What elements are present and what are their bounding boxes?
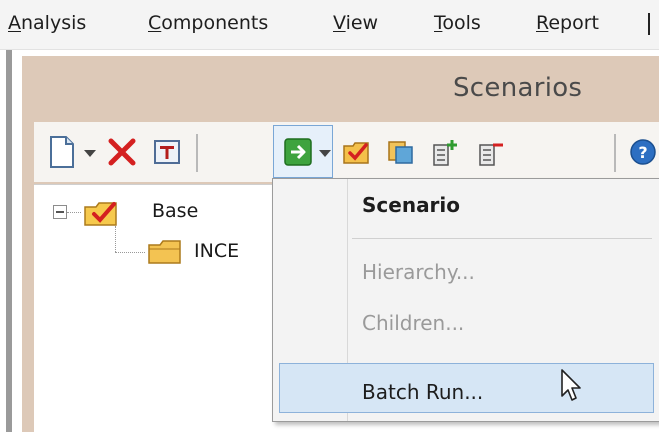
- remove-child-button[interactable]: [474, 132, 508, 172]
- menu-analysis-rest: nalysis: [21, 12, 87, 34]
- make-current-icon: [343, 142, 369, 164]
- compare-button[interactable]: [384, 132, 418, 172]
- menu-item-batch-run[interactable]: Batch Run...: [362, 380, 483, 404]
- svg-text:?: ?: [638, 143, 647, 162]
- tree-node-base[interactable]: Base: [152, 200, 198, 222]
- tree-connector-vertical: [115, 226, 116, 252]
- delete-icon: [108, 138, 136, 166]
- menu-report-rest: eport: [548, 12, 599, 34]
- rename-icon: [154, 140, 180, 164]
- tree-connector-child: [115, 252, 145, 253]
- run-button[interactable]: [281, 132, 315, 172]
- make-current-button[interactable]: [340, 132, 374, 172]
- menu-tools[interactable]: Tools: [434, 12, 481, 34]
- run-icon: [284, 138, 312, 166]
- run-dropdown-arrow[interactable]: [319, 150, 331, 157]
- pointer-icon: [561, 369, 581, 401]
- menu-components[interactable]: Components: [148, 12, 268, 34]
- window-title: Scenarios: [453, 73, 583, 103]
- folder-icon: [148, 240, 181, 264]
- menu-separator: [352, 238, 652, 239]
- menu-tools-rest: ools: [442, 12, 481, 34]
- help-icon: ?: [630, 139, 656, 165]
- toolbar-separator: [196, 134, 198, 172]
- collapse-toggle[interactable]: [53, 205, 67, 219]
- remove-child-icon: [479, 143, 503, 166]
- tree-node-child[interactable]: INCE: [194, 240, 239, 262]
- new-icon: [50, 136, 74, 168]
- tree-connector: [67, 212, 81, 213]
- checked-folder-icon: [84, 202, 117, 226]
- menu-item-hierarchy: Hierarchy...: [362, 260, 475, 284]
- new-button[interactable]: [44, 132, 80, 172]
- mouse-cursor: [560, 368, 584, 408]
- new-dropdown-arrow[interactable]: [84, 150, 96, 157]
- compare-icon: [388, 141, 413, 164]
- menu-item-scenario[interactable]: Scenario: [362, 193, 460, 217]
- menu-view[interactable]: View: [333, 12, 378, 34]
- left-edge: [6, 50, 12, 432]
- delete-button[interactable]: [104, 132, 140, 172]
- help-button[interactable]: ?: [628, 132, 658, 172]
- menu-overflow[interactable]: [648, 13, 656, 35]
- menu-item-children: Children...: [362, 311, 465, 335]
- menu-components-rest: omponents: [161, 12, 269, 34]
- child-node-icon-wrap: [146, 238, 186, 270]
- menu-bar: Analysis Components View Tools Report: [0, 0, 659, 50]
- rename-button[interactable]: [150, 132, 184, 172]
- toolbar-separator-2: [614, 134, 616, 172]
- menu-analysis[interactable]: Analysis: [8, 12, 86, 34]
- base-node-icon-wrap: [82, 198, 122, 232]
- menu-view-rest: iew: [345, 12, 379, 34]
- add-child-button[interactable]: [428, 132, 462, 172]
- add-child-icon: [433, 140, 457, 166]
- menu-report[interactable]: Report: [536, 12, 599, 34]
